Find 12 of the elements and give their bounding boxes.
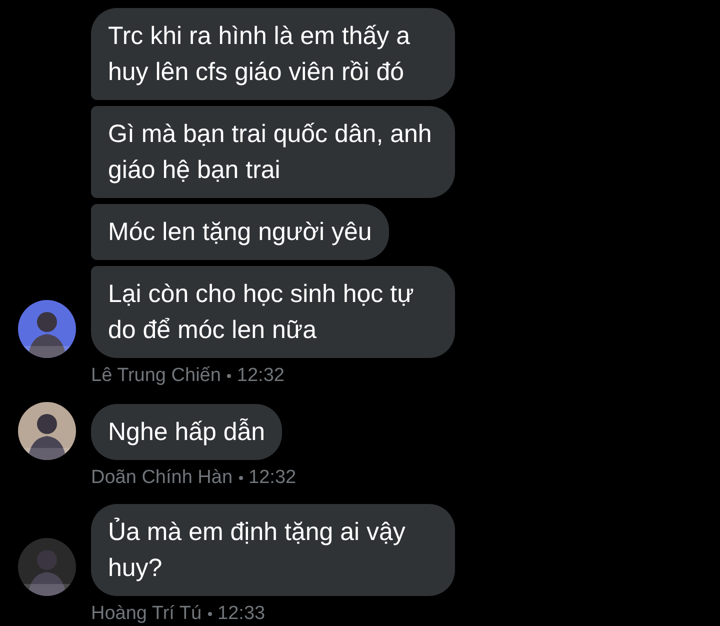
message-bubble: Trc khi ra hình là em thấy a huy lên cfs giáo viên rồi đó [91, 8, 455, 100]
sender-name: Doãn Chính Hàn [91, 466, 233, 490]
message-time: 12:32 [236, 364, 284, 388]
message-time: 12:33 [218, 602, 266, 626]
sender-name: Hoàng Trí Tú [91, 602, 202, 626]
message-bubble: Ủa mà em định tặng ai vậy huy? [91, 504, 455, 596]
message-bubble: Gì mà bạn trai quốc dân, anh giáo hệ bạn trai [91, 106, 455, 198]
message-bubble: Nghe hấp dẫn [91, 404, 282, 460]
message-time: 12:32 [248, 466, 296, 490]
message-bubble: Lại còn cho học sinh học tự do để móc len nữa [91, 266, 455, 358]
sender-name: Lê Trung Chiến [91, 364, 221, 388]
message-bubble: Móc len tặng người yêu [91, 204, 389, 260]
